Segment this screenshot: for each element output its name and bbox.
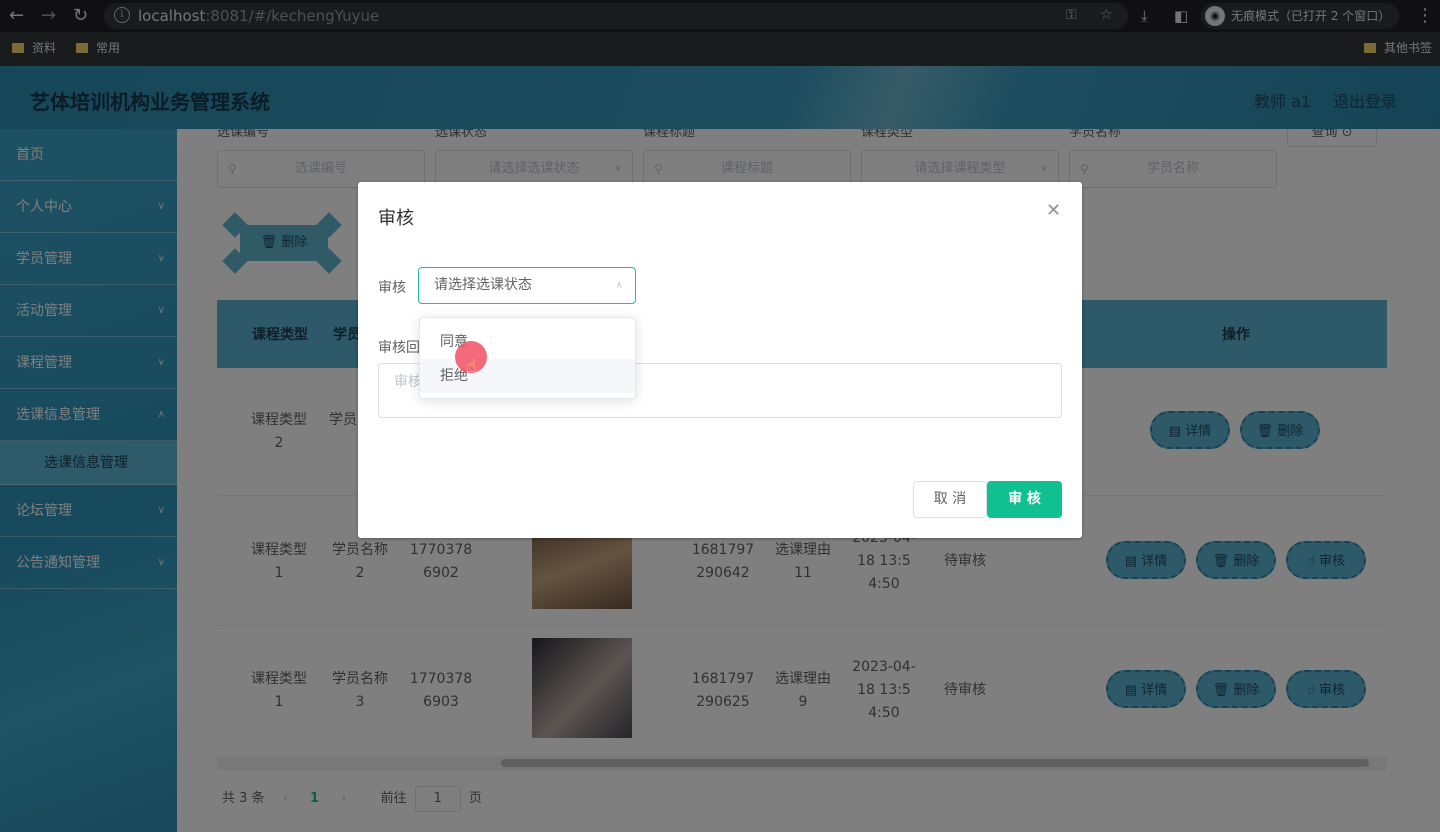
status-dropdown: 同意 拒绝 [419,317,636,399]
review-label: 审核 [378,280,406,296]
hand-cursor-icon: ☝ [466,356,477,377]
chevron-up-icon: ∧ [615,280,623,291]
dialog-title: 审核 [378,208,414,229]
option-reject[interactable]: 拒绝 [420,359,635,393]
review-status-select[interactable]: 请选择选课状态 ∧ [418,267,636,304]
close-icon[interactable]: ✕ [1046,200,1061,221]
reply-label: 审核回 [378,340,420,356]
cancel-button[interactable]: 取 消 [913,481,987,518]
confirm-review-button[interactable]: 审 核 [987,481,1062,518]
option-agree[interactable]: 同意 [420,325,635,359]
